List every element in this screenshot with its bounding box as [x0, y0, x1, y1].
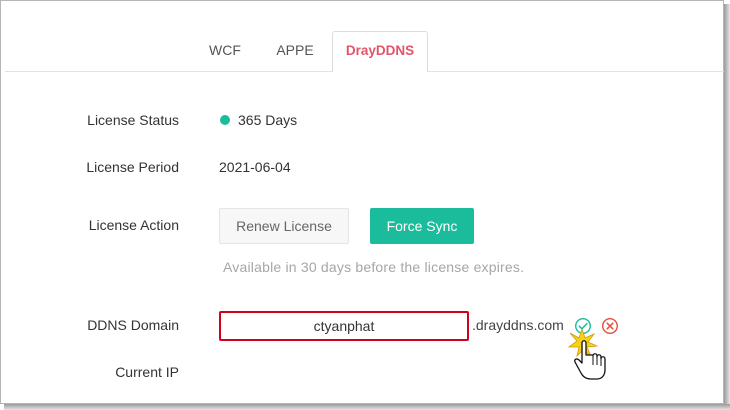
tab-drayddns[interactable]: DrayDDNS — [332, 31, 428, 72]
ddns-domain-input[interactable] — [219, 311, 469, 341]
ddns-domain-label: DDNS Domain — [87, 317, 179, 333]
tab-wcf[interactable]: WCF — [197, 31, 253, 71]
current-ip-label: Current IP — [115, 364, 179, 380]
frame-shadow-bottom — [4, 404, 730, 410]
license-action-label: License Action — [88, 217, 179, 233]
license-status-label: License Status — [87, 112, 179, 128]
hand-pointer-icon — [564, 327, 614, 383]
ddns-domain-suffix: .drayddns.com — [472, 317, 564, 333]
license-hint: Available in 30 days before the license … — [223, 259, 525, 275]
tab-appe[interactable]: APPE — [265, 31, 325, 71]
status-dot-icon — [220, 115, 230, 125]
license-status-value: 365 Days — [238, 112, 298, 128]
license-period-label: License Period — [86, 159, 179, 175]
frame-shadow-right — [724, 4, 730, 410]
renew-license-button[interactable]: Renew License — [219, 208, 349, 244]
force-sync-button[interactable]: Force Sync — [370, 208, 474, 244]
license-period-value: 2021-06-04 — [219, 159, 291, 175]
settings-panel: WCF APPE DrayDDNS License Status 365 Day… — [0, 0, 725, 404]
